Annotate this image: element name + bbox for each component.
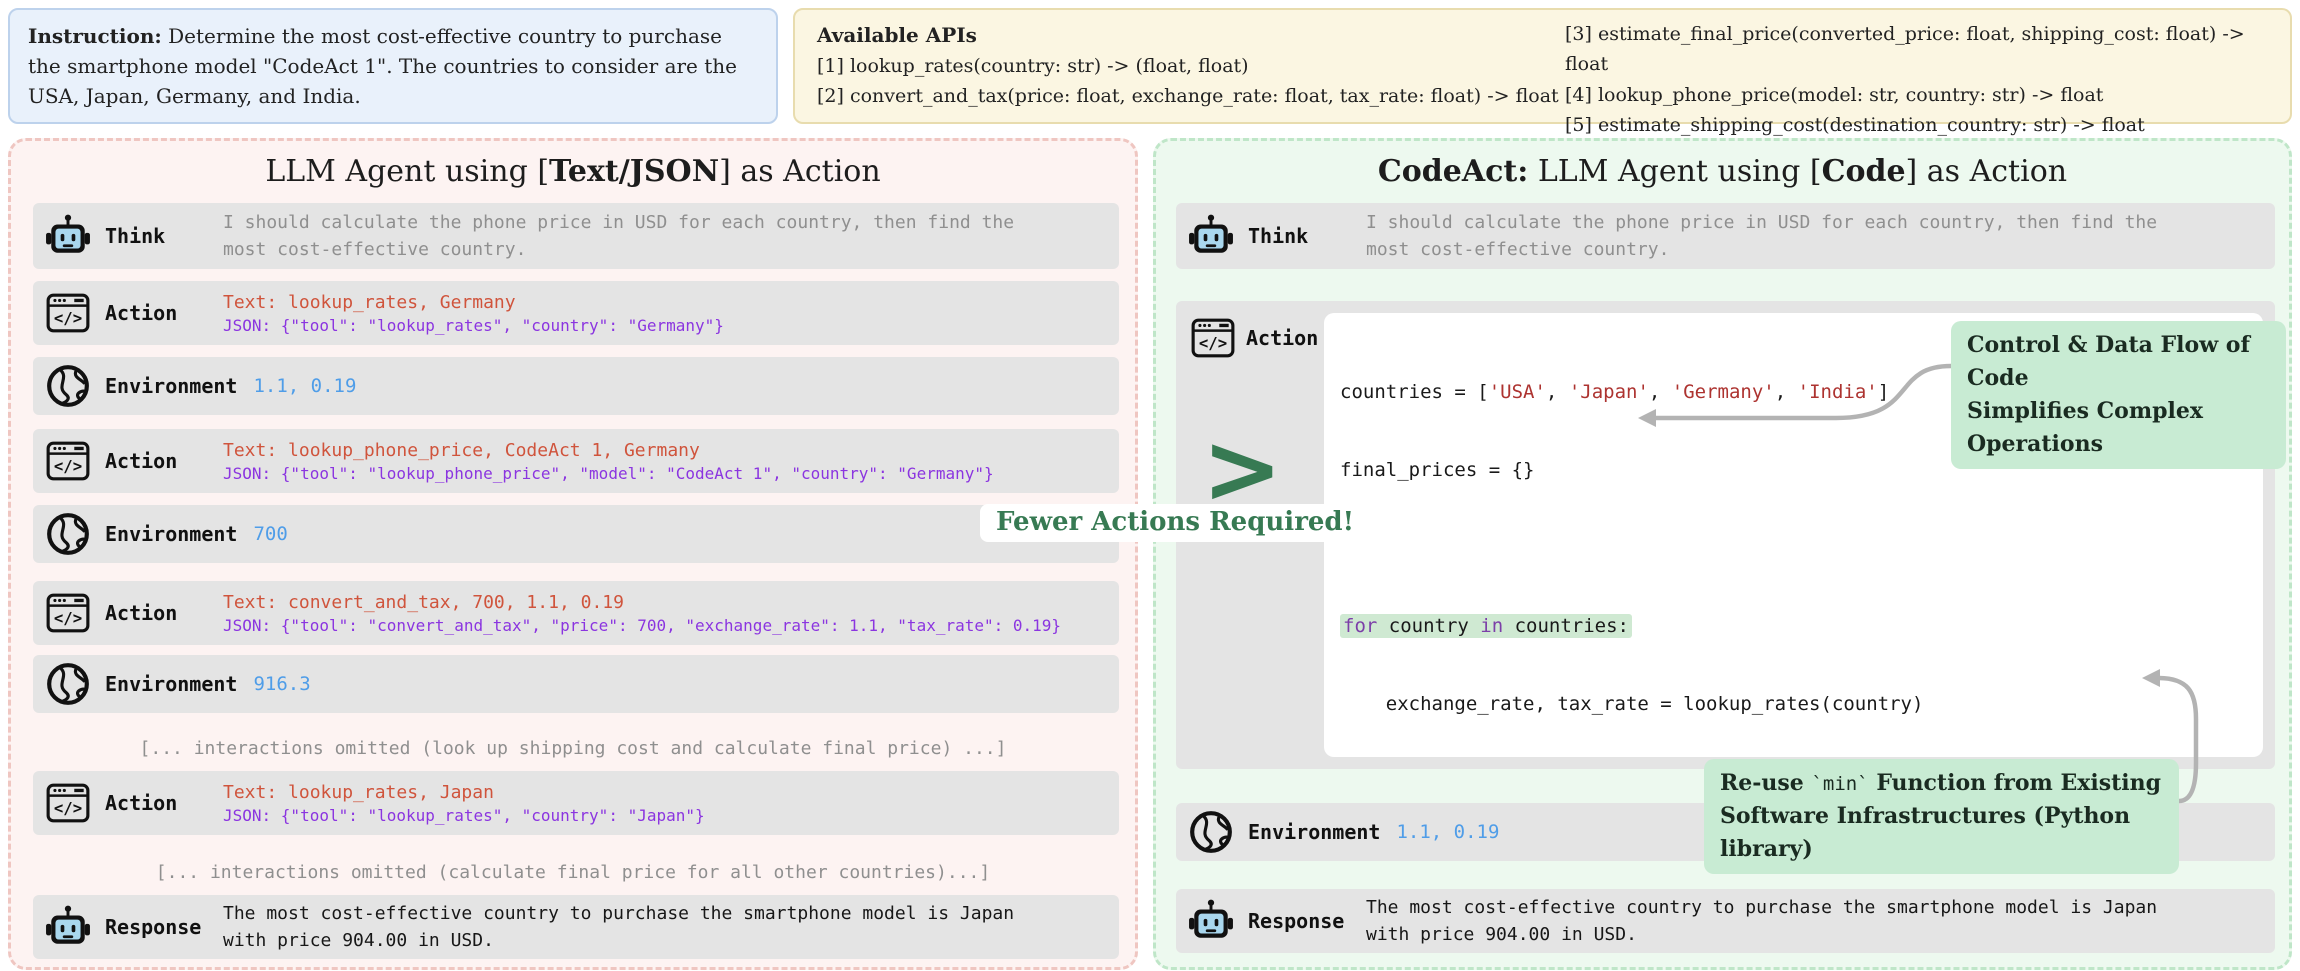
action-label: Action (105, 449, 178, 473)
left-panel-title: LLM Agent using [Text/JSON] as Action (265, 154, 881, 189)
fewer-actions-callout: Fewer Actions Required! (980, 504, 1371, 542)
think-text: I should calculate the phone price in US… (1366, 212, 2158, 260)
svg-text:</>: </> (54, 308, 82, 327)
greater-than-symbol: > (1202, 413, 1283, 525)
svg-text:</>: </> (1199, 333, 1227, 352)
api-column-2: [3] estimate_final_price(converted_price… (1565, 19, 2268, 136)
action-json-command: JSON: {"tool": "lookup_rates", "country"… (223, 315, 724, 335)
instruction-label: Instruction: (28, 24, 162, 48)
response-text: The most cost-effective country to purch… (223, 903, 1015, 951)
think-text: I should calculate the phone price in US… (223, 212, 1015, 260)
for-loop-line: for country in countries: (1340, 613, 2247, 639)
svg-text:</>: </> (54, 798, 82, 817)
action-text-command: Text: convert_and_tax, 700, 1.1, 0.19 (223, 591, 624, 613)
globe-icon (1188, 809, 1234, 855)
action-row: </> Action Text: lookup_rates, Germany J… (33, 281, 1119, 345)
top-row: Instruction: Determine the most cost-eff… (8, 8, 2292, 136)
svg-text:</>: </> (54, 456, 82, 475)
think-row: Think I should calculate the phone price… (1176, 203, 2275, 269)
globe-icon (45, 363, 91, 409)
think-row: Think I should calculate the phone price… (33, 203, 1119, 269)
reuse-min-annotation: Re-use `min` Function from Existing Soft… (1704, 759, 2179, 874)
action-json-command: JSON: {"tool": "convert_and_tax", "price… (223, 615, 1062, 635)
comparison-panels: LLM Agent using [Text/JSON] as Action Th… (8, 138, 2292, 970)
response-label: Response (105, 915, 202, 939)
code-window-icon: </> (45, 780, 91, 826)
environment-label: Environment (1248, 820, 1381, 844)
action-text-command: Text: lookup_rates, Japan (223, 781, 494, 803)
interactions-omitted-note: [... interactions omitted (calculate fin… (155, 862, 991, 883)
interactions-omitted-note: [... interactions omitted (look up shipp… (139, 738, 1007, 759)
robot-icon (45, 904, 91, 950)
environment-label: Environment (105, 374, 238, 398)
code-window-icon: </> (45, 438, 91, 484)
action-text-command: Text: lookup_rates, Germany (223, 291, 516, 313)
environment-label: Environment (105, 522, 238, 546)
right-panel-title: CodeAct: LLM Agent using [Code] as Actio… (1377, 154, 2068, 189)
environment-value: 700 (253, 523, 288, 545)
api-item: [5] estimate_shipping_cost(destination_c… (1565, 114, 2145, 137)
action-row: </> Action Text: convert_and_tax, 700, 1… (33, 581, 1119, 645)
response-text: The most cost-effective country to purch… (1366, 897, 2158, 945)
robot-icon (1188, 213, 1234, 259)
environment-value: 1.1, 0.19 (1396, 821, 1500, 843)
figure-page: Instruction: Determine the most cost-eff… (0, 0, 2300, 970)
robot-icon (45, 213, 91, 259)
api-item: [3] estimate_final_price(converted_price… (1565, 23, 2245, 76)
response-label: Response (1248, 909, 1345, 933)
environment-value: 1.1, 0.19 (253, 375, 357, 397)
action-json-command: JSON: {"tool": "lookup_phone_price", "mo… (223, 463, 994, 483)
api-column-1: Available APIs [1] lookup_rates(country:… (817, 19, 1565, 113)
environment-row: Environment 1.1, 0.19 (33, 357, 1119, 415)
action-label: Action (1246, 326, 1319, 350)
think-label: Think (1248, 224, 1309, 248)
action-text-command: Text: lookup_phone_price, CodeAct 1, Ger… (223, 439, 700, 461)
api-item: [2] convert_and_tax(price: float, exchan… (817, 85, 1559, 108)
instruction-box: Instruction: Determine the most cost-eff… (8, 8, 778, 124)
action-row: </> Action Text: lookup_rates, Japan JSO… (33, 771, 1119, 835)
environment-value: 916.3 (253, 673, 311, 695)
response-row: Response The most cost-effective country… (1176, 889, 2275, 953)
code-window-icon: </> (1190, 315, 1236, 361)
robot-icon (1188, 898, 1234, 944)
codeact-agent-panel: CodeAct: LLM Agent using [Code] as Actio… (1153, 138, 2292, 970)
api-item: [4] lookup_phone_price(model: str, count… (1565, 83, 2104, 106)
response-row: Response The most cost-effective country… (33, 895, 1119, 959)
environment-label: Environment (105, 672, 238, 696)
text-json-agent-panel: LLM Agent using [Text/JSON] as Action Th… (8, 138, 1138, 970)
available-apis-box: Available APIs [1] lookup_rates(country:… (793, 8, 2292, 136)
environment-row: Environment 916.3 (33, 655, 1119, 713)
api-title: Available APIs (817, 23, 977, 47)
action-label: Action (105, 301, 178, 325)
action-json-command: JSON: {"tool": "lookup_rates", "country"… (223, 805, 705, 825)
code-window-icon: </> (45, 590, 91, 636)
code-window-icon: </> (45, 290, 91, 336)
globe-icon (45, 661, 91, 707)
globe-icon (45, 511, 91, 557)
action-label: Action (105, 601, 178, 625)
api-item: [1] lookup_rates(country: str) -> (float… (817, 55, 1249, 77)
svg-text:</>: </> (54, 608, 82, 627)
action-row: </> Action Text: lookup_phone_price, Cod… (33, 429, 1119, 493)
control-flow-annotation: Control & Data Flow of Code Simplifies C… (1951, 321, 2286, 469)
action-label: Action (105, 791, 178, 815)
environment-row: Environment 700 (33, 505, 1119, 563)
think-label: Think (105, 224, 166, 248)
